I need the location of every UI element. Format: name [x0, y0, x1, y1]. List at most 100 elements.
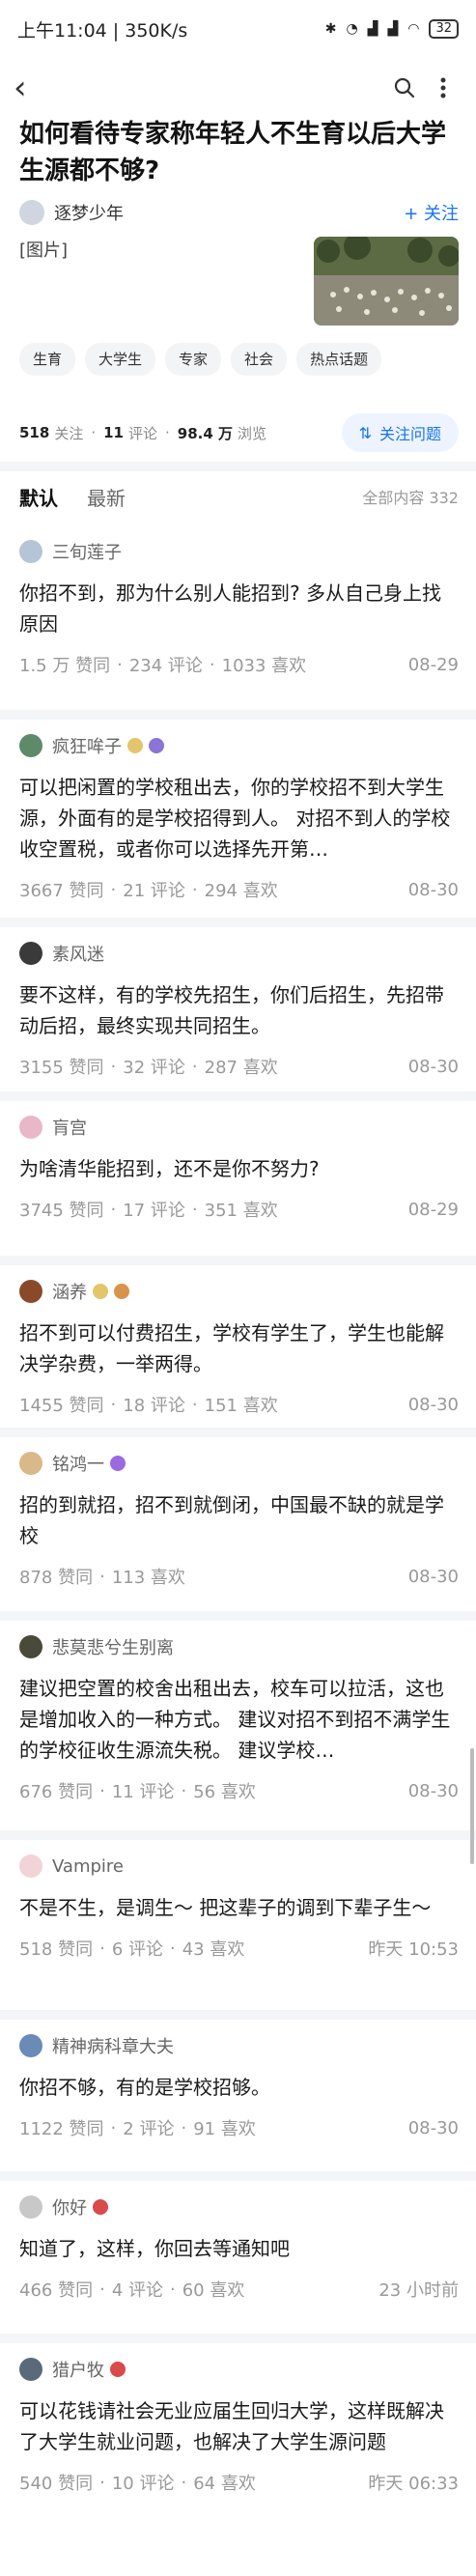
avatar[interactable]: [19, 2195, 42, 2219]
image-placeholder-text: [图片]: [19, 241, 69, 261]
answer-item[interactable]: 素风迷 要不这样，有的学校先招生，你们后招生，先招带动后招，最终实现共同招生。 31…: [19, 939, 459, 1080]
answer-item[interactable]: 你好 知道了，这样，你回去等通知吧 466 赞同 · 4 评论 · 60 喜欢 23 小时前: [19, 2193, 459, 2303]
follow-question-button[interactable]: ⇅ 关注问题: [341, 413, 459, 452]
answer-divider: [0, 1830, 476, 1840]
separator: ·: [110, 1199, 117, 1220]
avatar[interactable]: [19, 540, 42, 563]
total-count[interactable]: 全部内容 332: [362, 485, 459, 508]
tab-default[interactable]: 默认: [19, 483, 58, 511]
answer-text[interactable]: 招的到就招，招不到就倒闭，中国最不缺的就是学校: [19, 1489, 459, 1551]
answer-favs: 351 喜欢: [204, 1201, 278, 1221]
answer-text[interactable]: 你招不够，有的是学校招够。: [19, 2072, 459, 2103]
answer-item[interactable]: 三旬莲子 你招不到，那为什么别人能招到? 多从自己身上找原因 1.5 万 赞同 · 23…: [19, 537, 459, 678]
separator: ·: [99, 1780, 105, 1801]
separator: ·: [110, 1056, 117, 1077]
scrollbar[interactable]: [470, 1748, 474, 1864]
answer-item[interactable]: 铭鸿一 招的到就招，招不到就倒闭，中国最不缺的就是学校 878 赞同 · 113 喜欢 0…: [19, 1449, 459, 1590]
answer-text[interactable]: 可以花钱请社会无业应届生回归大学，这样既解决了大学生就业问题，也解决了大学生源问…: [19, 2395, 459, 2457]
answer-time: 08-30: [407, 1566, 459, 1587]
answer-text[interactable]: 招不到可以付费招生，学校有学生了，学生也能解决学杂费，一举两得。: [19, 1317, 459, 1379]
answer-text[interactable]: 知道了，这样，你回去等通知吧: [19, 2233, 459, 2264]
answer-author[interactable]: 素风迷: [52, 941, 104, 966]
section-divider: [0, 462, 476, 471]
answer-item[interactable]: 猎户牧可以花钱请社会无业应届生回归大学，这样既解决了大学生就业问题，也解决了大学…: [19, 2355, 459, 2496]
answer-author[interactable]: 疯狂哞子: [52, 733, 122, 758]
answer-author[interactable]: 铭鸿一: [52, 1451, 104, 1476]
avatar[interactable]: [19, 1452, 42, 1475]
answer-item[interactable]: 肓宫 为啥清华能招到，还不是你不努力? 3745 赞同 · 17 评论 · 351 喜欢 08…: [19, 1113, 459, 1223]
answer-likes: 1455 赞同: [19, 1396, 104, 1416]
comments-count: 11: [103, 424, 124, 441]
tab-latest[interactable]: 最新: [87, 483, 126, 511]
avatar[interactable]: [19, 1280, 42, 1303]
tag[interactable]: 社会: [231, 343, 288, 376]
answer-text[interactable]: 建议把空置的校舍出租出去，校车可以拉活，这也是增加收入的一种方式。 建议对招不到…: [19, 1673, 459, 1766]
avatar[interactable]: [19, 2034, 42, 2057]
separator: ·: [91, 424, 97, 441]
answer-meta: 3667 赞同 · 21 评论 · 294 喜欢 08-30: [19, 876, 459, 903]
answer-comments: 4 评论: [111, 2280, 163, 2301]
answer-item[interactable]: 悲莫悲兮生别离建议把空置的校舍出租出去，校车可以拉活，这也是增加收入的一种方式。…: [19, 1632, 459, 1804]
answer-author[interactable]: 精神病科章大夫: [52, 2033, 174, 2058]
tag[interactable]: 热点话题: [296, 343, 382, 376]
bluetooth-icon: ✱: [324, 21, 337, 37]
more-icon[interactable]: [424, 77, 462, 99]
question-title[interactable]: 如何看待专家称年轻人不生育以后大学生源都不够?: [19, 116, 459, 189]
follow-button[interactable]: + 关注: [404, 200, 459, 225]
answer-author[interactable]: 悲莫悲兮生别离: [52, 1634, 174, 1659]
answer-favs: 43 喜欢: [182, 1939, 245, 1960]
question-image[interactable]: [314, 237, 459, 326]
back-icon[interactable]: ‹: [14, 69, 52, 107]
answer-author[interactable]: 你好: [52, 2194, 87, 2220]
answer-text[interactable]: 为啥清华能招到，还不是你不努力?: [19, 1153, 459, 1184]
answer-author[interactable]: 三旬莲子: [52, 539, 122, 564]
tag[interactable]: 专家: [165, 343, 222, 376]
answer-favs: 151 喜欢: [204, 1396, 278, 1416]
answer-text[interactable]: 要不这样，有的学校先招生，你们后招生，先招带动后招，最终实现共同招生。: [19, 979, 459, 1041]
answer-divider: [0, 1256, 476, 1265]
answer-meta: 878 赞同 · 113 喜欢 08-30: [19, 1563, 459, 1590]
answer-time: 08-30: [407, 2117, 459, 2138]
separator: ·: [191, 879, 198, 900]
avatar[interactable]: [19, 1635, 42, 1658]
answer-item[interactable]: Vampire 不是不生，是调生～ 把这辈子的调到下辈子生～ 518 赞同 · 6 评论…: [19, 1852, 459, 1962]
avatar[interactable]: [19, 200, 44, 225]
tag[interactable]: 大学生: [85, 343, 156, 376]
followers-label: 关注: [54, 424, 84, 442]
separator: ·: [99, 1938, 105, 1959]
avatar[interactable]: [19, 2358, 42, 2381]
answer-item[interactable]: 疯狂哞子可以把闲置的学校租出去，你的学校招不到大学生源，外面有的是学校招得到人。…: [19, 731, 459, 903]
avatar[interactable]: [19, 1116, 42, 1139]
answer-divider: [0, 710, 476, 720]
answer-divider: [0, 1611, 476, 1621]
answer-item[interactable]: 涵养招不到可以付费招生，学校有学生了，学生也能解决学杂费，一举两得。 1455 赞…: [19, 1277, 459, 1418]
answer-author[interactable]: 涵养: [52, 1279, 87, 1304]
separator: ·: [209, 654, 215, 675]
answer-comments: 21 评论: [123, 881, 185, 901]
answer-meta: 676 赞同 · 11 评论 · 56 喜欢 08-30: [19, 1777, 459, 1804]
answer-author[interactable]: 猎户牧: [52, 2357, 104, 2382]
answer-item[interactable]: 精神病科章大夫 你招不够，有的是学校招够。 1122 赞同 · 2 评论 · 91 喜欢 08…: [19, 2031, 459, 2141]
answer-comments: 11 评论: [111, 1782, 175, 1802]
badge-icon: [127, 738, 143, 753]
avatar[interactable]: [19, 942, 42, 965]
answer-text[interactable]: 可以把闲置的学校租出去，你的学校招不到大学生源，外面有的是学校招得到人。 对招不…: [19, 772, 459, 864]
badge-icon: [93, 1284, 108, 1299]
answer-header: 涵养: [19, 1277, 459, 1306]
answer-text[interactable]: 不是不生，是调生～ 把这辈子的调到下辈子生～: [19, 1892, 459, 1923]
search-icon[interactable]: [385, 77, 424, 99]
answer-divider: [0, 2334, 476, 2343]
avatar[interactable]: [19, 734, 42, 757]
answer-text[interactable]: 你招不到，那为什么别人能招到? 多从自己身上找原因: [19, 578, 459, 639]
answer-comments: 113 喜欢: [111, 1568, 185, 1588]
answer-header: 肓宫: [19, 1113, 459, 1142]
avatar[interactable]: [19, 1854, 42, 1878]
answer-author[interactable]: 肓宫: [52, 1115, 87, 1140]
tag[interactable]: 生育: [19, 343, 76, 376]
answer-favs: 64 喜欢: [193, 2474, 256, 2494]
author-name[interactable]: 逐梦少年: [54, 200, 404, 225]
answer-author[interactable]: Vampire: [52, 1856, 124, 1877]
status-time: 上午11:04 | 350K/s: [17, 19, 188, 42]
comments-label[interactable]: 评论: [128, 423, 157, 443]
answer-time: 08-30: [407, 1056, 459, 1077]
